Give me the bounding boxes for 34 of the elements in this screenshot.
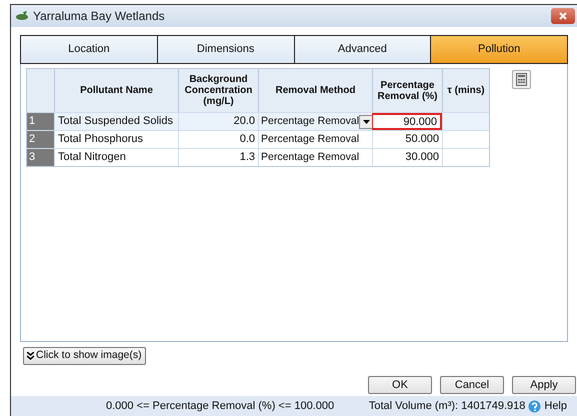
table-cell-text: Percentage Removal bbox=[260, 132, 360, 147]
table-row[interactable]: 3 Total Nitrogen 1.3 Percentage Removal 30.000 bbox=[27, 148, 489, 166]
close-icon bbox=[559, 12, 567, 20]
table-cell[interactable]: 90.000 bbox=[372, 113, 442, 130]
tab[interactable]: Advanced bbox=[294, 36, 430, 63]
table-cell: 1.3 bbox=[178, 149, 258, 166]
close-button[interactable] bbox=[551, 8, 575, 24]
calculator-button[interactable] bbox=[512, 70, 531, 89]
tab[interactable]: Pollution bbox=[430, 36, 567, 63]
table-row[interactable]: 2 Total Phosphorus 0.0 Percentage Removal 50.000 bbox=[27, 130, 489, 148]
show-images-button[interactable]: Click to show image(s) bbox=[23, 347, 146, 365]
status-hint: 0.000 <= Percentage Removal (%) <= 100.000 bbox=[106, 398, 334, 414]
table-cell-text: Percentage Removal bbox=[260, 114, 360, 129]
double-chevron-icon bbox=[27, 352, 34, 360]
total-volume: Total Volume (m³): 1401749.918 bbox=[368, 398, 526, 414]
row-number: 3 bbox=[27, 149, 54, 166]
calculator-icon bbox=[516, 73, 527, 86]
tab[interactable]: Location bbox=[21, 36, 157, 63]
help-link[interactable]: Help bbox=[544, 398, 567, 414]
dropdown-button[interactable] bbox=[359, 114, 374, 128]
table-cell: 30.000 bbox=[372, 149, 442, 166]
dialog-button[interactable]: OK bbox=[368, 376, 432, 394]
dialog-button[interactable]: Apply bbox=[512, 376, 576, 394]
table-row[interactable]: 1 Total Suspended Solids 20.0 Percentage Removal 90.000 bbox=[27, 112, 489, 130]
row-number: 1 bbox=[27, 113, 54, 130]
table-cell-text: Percentage Removal bbox=[260, 150, 360, 165]
wetland-icon bbox=[15, 11, 29, 21]
tab[interactable]: Dimensions bbox=[156, 36, 294, 63]
caret-icon bbox=[362, 120, 370, 124]
row-number: 2 bbox=[27, 131, 54, 148]
dialog-button[interactable]: Cancel bbox=[440, 376, 504, 394]
help-icon bbox=[528, 400, 542, 412]
table-cell: Total Nitrogen bbox=[54, 149, 178, 166]
window-title: Yarraluma Bay Wetlands bbox=[33, 8, 165, 25]
